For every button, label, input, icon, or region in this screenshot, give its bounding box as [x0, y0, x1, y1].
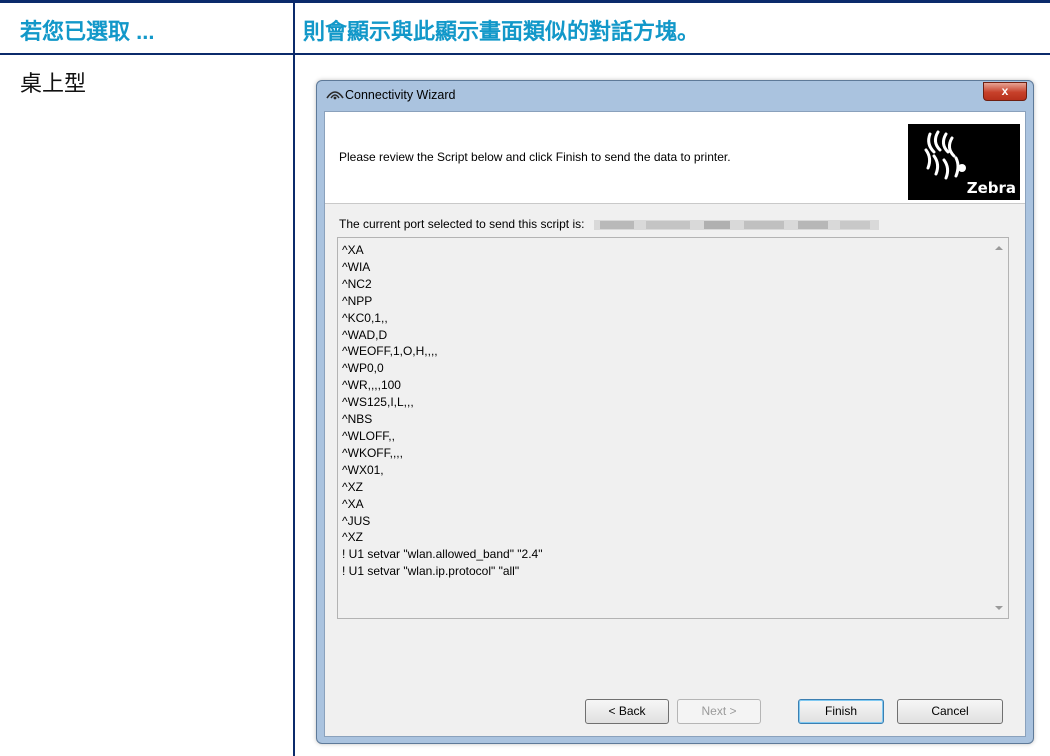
script-textarea[interactable]: ^XA ^WIA ^NC2 ^NPP ^KC0,1,, ^WAD,D ^WEOFF,1,O,… [337, 237, 1009, 619]
back-button[interactable]: < Back [585, 699, 669, 724]
vertical-scrollbar[interactable] [991, 238, 1008, 618]
script-line: ^WLOFF,, [342, 428, 395, 443]
table-header-result: 則會顯示與此顯示畫面類似的對話方塊。 [303, 19, 700, 44]
script-line: ^NPP [342, 293, 373, 308]
instruction-text: Please review the Script below and click… [339, 150, 731, 164]
close-icon: x [1001, 84, 1009, 98]
next-button[interactable]: Next > [677, 699, 761, 724]
connectivity-wizard-dialog: Connectivity Wizard x Please review the … [316, 80, 1034, 744]
redacted-port-value [593, 219, 879, 230]
table-header-selection: 若您已選取 ... [20, 19, 155, 44]
script-line: ^XZ [342, 530, 363, 545]
wizard-banner: Please review the Script below and click… [325, 112, 1025, 204]
script-line: ^NC2 [342, 276, 372, 291]
script-line: ^KC0,1,, [342, 310, 388, 325]
cancel-button[interactable]: Cancel [897, 699, 1003, 724]
script-line: ^XA [342, 243, 364, 257]
connectivity-icon [326, 91, 344, 100]
port-label: The current port selected to send this s… [339, 217, 879, 231]
script-line: ^WKOFF,,,, [342, 445, 403, 460]
scroll-down-icon[interactable] [995, 606, 1003, 610]
script-lines: ^XA ^WIA ^NC2 ^NPP ^KC0,1,, ^WAD,D ^WEOFF,1,O,… [342, 242, 542, 580]
dialog-client-area: Please review the Script below and click… [324, 111, 1026, 737]
script-line: ^WR,,,,100 [342, 378, 401, 393]
script-line: ^WIA [342, 259, 371, 274]
row-label-desktop: 桌上型 [20, 71, 87, 96]
script-line: ^NBS [342, 412, 373, 427]
zebra-logo: Zebra [908, 124, 1020, 200]
script-line: ^WEOFF,1,O,H,,,, [342, 344, 438, 359]
script-line: ^XA [342, 496, 364, 511]
script-line: ^WX01, [342, 462, 384, 477]
script-line: ^WAD,D [342, 327, 388, 342]
script-line: ^WP0,0 [342, 361, 384, 376]
table-column-divider [293, 3, 295, 756]
script-line: ! U1 setvar "wlan.ip.protocol" "all" [342, 564, 520, 579]
dialog-titlebar[interactable]: Connectivity Wizard x [317, 81, 1033, 111]
script-line: ^WS125,I,L,,, [342, 395, 414, 410]
script-line: ! U1 setvar "wlan.allowed_band" "2.4" [342, 547, 543, 562]
port-label-text: The current port selected to send this s… [339, 217, 585, 231]
script-line: ^JUS [342, 513, 371, 528]
finish-button[interactable]: Finish [798, 699, 884, 724]
script-line: ^XZ [342, 479, 363, 494]
logo-wordmark: Zebra [966, 179, 1016, 197]
zebra-head-icon [924, 130, 966, 180]
close-button[interactable]: x [983, 82, 1027, 101]
scroll-up-icon[interactable] [995, 246, 1003, 250]
dialog-title: Connectivity Wizard [345, 88, 456, 102]
